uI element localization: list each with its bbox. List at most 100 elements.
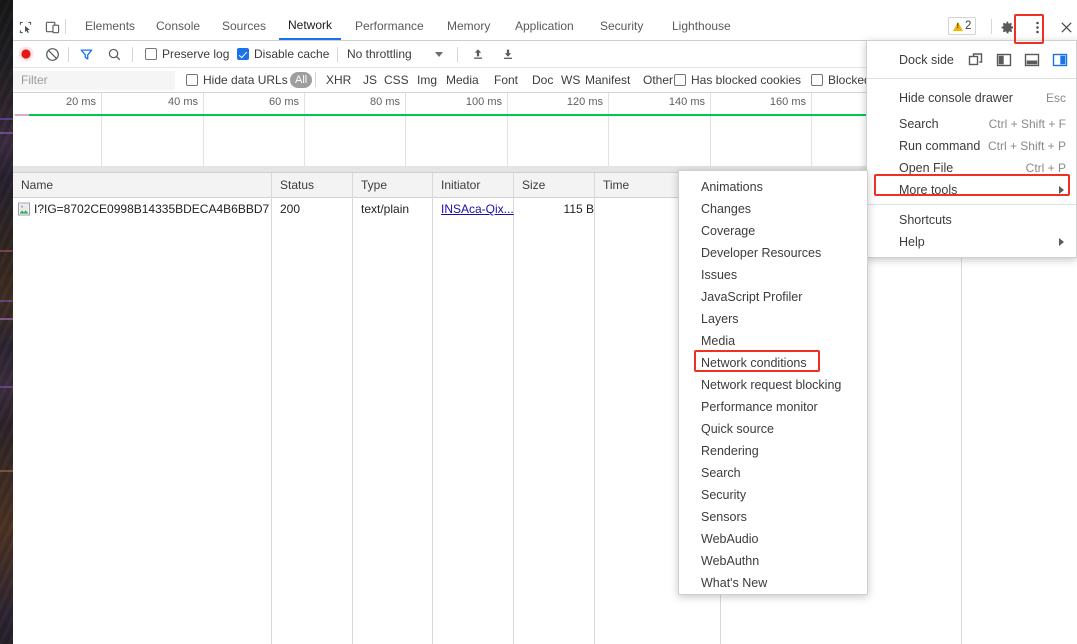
tab-label: Memory [447,19,491,33]
cell-status: 200 [280,202,301,216]
column-divider[interactable] [594,173,595,644]
warnings-badge[interactable]: 2 [948,17,977,35]
cell-type: text/plain [361,202,410,216]
clear-button[interactable] [43,45,61,63]
initiator-link[interactable]: INSAca-Qix... [441,202,514,216]
submenu-item-coverage[interactable]: Coverage [679,220,867,242]
throttling-select-value[interactable]: No throttling [347,47,412,61]
menu-item-search[interactable]: Search Ctrl + Shift + F [867,113,1076,135]
menu-item-label: Run command [899,139,981,153]
submenu-item-rendering[interactable]: Rendering [679,440,867,462]
tab-sources[interactable]: Sources [213,12,275,40]
submenu-item-quick-source[interactable]: Quick source [679,418,867,440]
tab-console[interactable]: Console [147,12,209,40]
tab-network[interactable]: Network [279,12,342,40]
submenu-item-search[interactable]: Search [679,462,867,484]
inspect-element-icon[interactable] [14,16,36,38]
preserve-log-checkbox[interactable] [145,48,157,60]
tab-memory[interactable]: Memory [438,12,499,40]
submenu-item-webauthn[interactable]: WebAuthn [679,550,867,572]
resource-type-img[interactable]: Img [417,73,437,87]
resource-type-media[interactable]: Media [446,73,479,87]
tab-performance[interactable]: Performance [346,12,433,40]
cell-initiator[interactable]: INSAca-Qix... [433,199,521,219]
menu-item-label: Search [701,466,741,480]
tab-security[interactable]: Security [591,12,652,40]
column-divider[interactable] [352,173,353,644]
menu-item-run-command[interactable]: Run command Ctrl + Shift + P [867,135,1076,157]
close-devtools-icon[interactable] [1055,16,1077,38]
column-header-status[interactable]: Status [272,173,352,197]
submenu-item-network-request-blocking[interactable]: Network request blocking [679,374,867,396]
device-toolbar-icon[interactable] [41,16,63,38]
submenu-item-webaudio[interactable]: WebAudio [679,528,867,550]
menu-item-label: What's New [701,576,768,590]
submenu-item-animations[interactable]: Animations [679,176,867,198]
menu-item-help[interactable]: Help [867,231,1076,253]
dock-to-bottom-icon[interactable] [1023,51,1041,69]
resource-type-font[interactable]: Font [494,73,518,87]
resource-type-all[interactable]: All [290,72,313,88]
submenu-item-issues[interactable]: Issues [679,264,867,286]
resource-type-js[interactable]: JS [363,73,377,87]
tab-application[interactable]: Application [506,12,583,40]
preserve-log-label[interactable]: Preserve log [162,47,229,61]
ruler-tick [710,93,711,170]
menu-item-shortcut: Ctrl + Shift + P [987,139,1066,153]
menu-item-label: More tools [899,183,958,197]
menu-item-shortcut: Ctrl + Shift + F [988,117,1066,131]
resource-type-doc[interactable]: Doc [532,73,553,87]
menu-item-label: Coverage [701,224,756,238]
chevron-down-icon[interactable] [435,52,443,57]
submenu-item-performance-monitor[interactable]: Performance monitor [679,396,867,418]
tab-elements[interactable]: Elements [76,12,144,40]
undock-into-separate-window-icon[interactable] [967,51,985,69]
blocked-requests-checkbox[interactable] [811,74,823,86]
has-blocked-cookies-label[interactable]: Has blocked cookies [691,73,801,87]
menu-item-open-file[interactable]: Open File Ctrl + P [867,157,1076,179]
column-header-type[interactable]: Type [353,173,432,197]
menu-item-shortcuts[interactable]: Shortcuts [867,209,1076,231]
disable-cache-label[interactable]: Disable cache [254,47,329,61]
submenu-item-whats-new[interactable]: What's New [679,572,867,594]
column-divider[interactable] [513,173,514,644]
has-blocked-cookies-checkbox[interactable] [674,74,686,86]
resource-type-ws[interactable]: WS [561,73,580,87]
export-har-icon[interactable] [499,45,517,63]
hide-data-urls-checkbox[interactable] [186,74,198,86]
menu-item-hide-console-drawer[interactable]: Hide console drawer Esc [867,87,1076,109]
menu-item-more-tools[interactable]: More tools [867,179,1076,201]
hide-data-urls-label[interactable]: Hide data URLs [203,73,288,87]
resource-type-other[interactable]: Other [643,73,673,87]
settings-gear-icon[interactable] [996,16,1018,38]
search-icon[interactable] [105,45,123,63]
disable-cache-checkbox[interactable] [237,48,249,60]
menu-item-label: Help [899,235,925,249]
submenu-item-sensors[interactable]: Sensors [679,506,867,528]
submenu-item-developer-resources[interactable]: Developer Resources [679,242,867,264]
blocked-requests-label[interactable]: Blocked [828,73,871,87]
more-options-icon[interactable] [1026,16,1048,38]
filter-icon[interactable] [77,45,95,63]
submenu-item-layers[interactable]: Layers [679,308,867,330]
record-button[interactable] [17,45,35,63]
resource-type-xhr[interactable]: XHR [326,73,351,87]
submenu-item-media[interactable]: Media [679,330,867,352]
submenu-item-network-conditions[interactable]: Network conditions [679,352,867,374]
import-har-icon[interactable] [469,45,487,63]
submenu-item-security[interactable]: Security [679,484,867,506]
resource-type-css[interactable]: CSS [384,73,409,87]
menu-item-label: Security [701,488,747,502]
submenu-item-javascript-profiler[interactable]: JavaScript Profiler [679,286,867,308]
column-header-size[interactable]: Size [514,173,594,197]
column-divider[interactable] [432,173,433,644]
tab-lighthouse[interactable]: Lighthouse [663,12,740,40]
column-header-name[interactable]: Name [13,173,271,197]
column-header-initiator[interactable]: Initiator [433,173,513,197]
submenu-item-changes[interactable]: Changes [679,198,867,220]
dock-to-left-icon[interactable] [995,51,1013,69]
resource-type-manifest[interactable]: Manifest [585,73,630,87]
dock-to-right-icon[interactable] [1051,51,1069,69]
column-divider[interactable] [271,173,272,644]
submenu-arrow-icon [1059,238,1064,246]
